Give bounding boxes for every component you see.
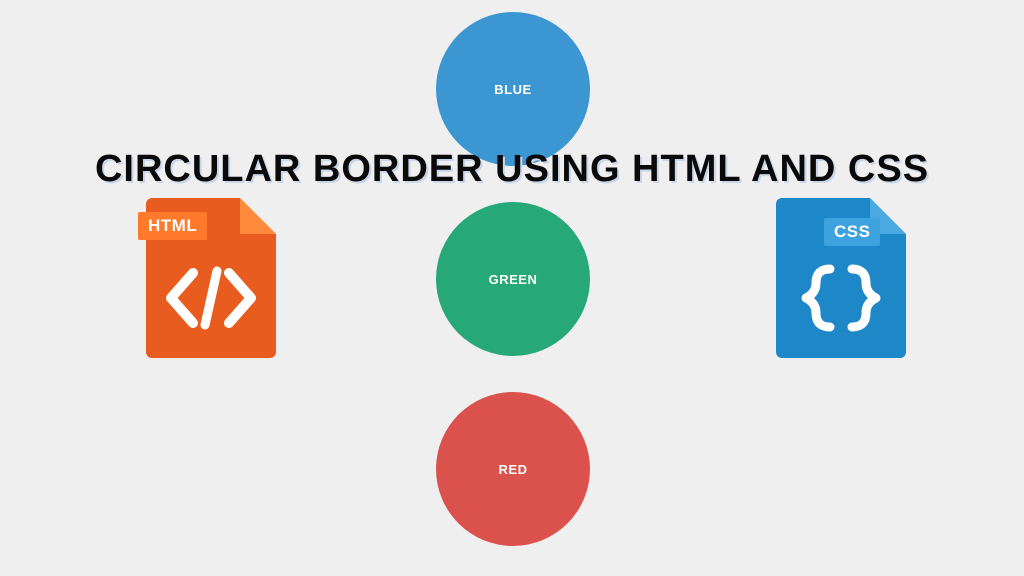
html-file-label: HTML: [138, 212, 207, 240]
circle-red-label: RED: [499, 462, 528, 477]
circle-green-label: GREEN: [489, 272, 538, 287]
html-file-icon: HTML: [146, 198, 276, 358]
circle-blue-label: BLUE: [494, 82, 531, 97]
page-title: CIRCULAR BORDER USING HTML AND CSS: [0, 148, 1024, 191]
circle-blue: BLUE: [436, 12, 590, 166]
circle-green: GREEN: [436, 202, 590, 356]
css-file-label: CSS: [824, 218, 880, 246]
html-file-corner-fold: [240, 198, 276, 234]
circle-red: RED: [436, 392, 590, 546]
css-file-icon: CSS: [776, 198, 906, 358]
css-curly-braces-icon: [776, 258, 906, 338]
html-angle-brackets-icon: [146, 258, 276, 338]
